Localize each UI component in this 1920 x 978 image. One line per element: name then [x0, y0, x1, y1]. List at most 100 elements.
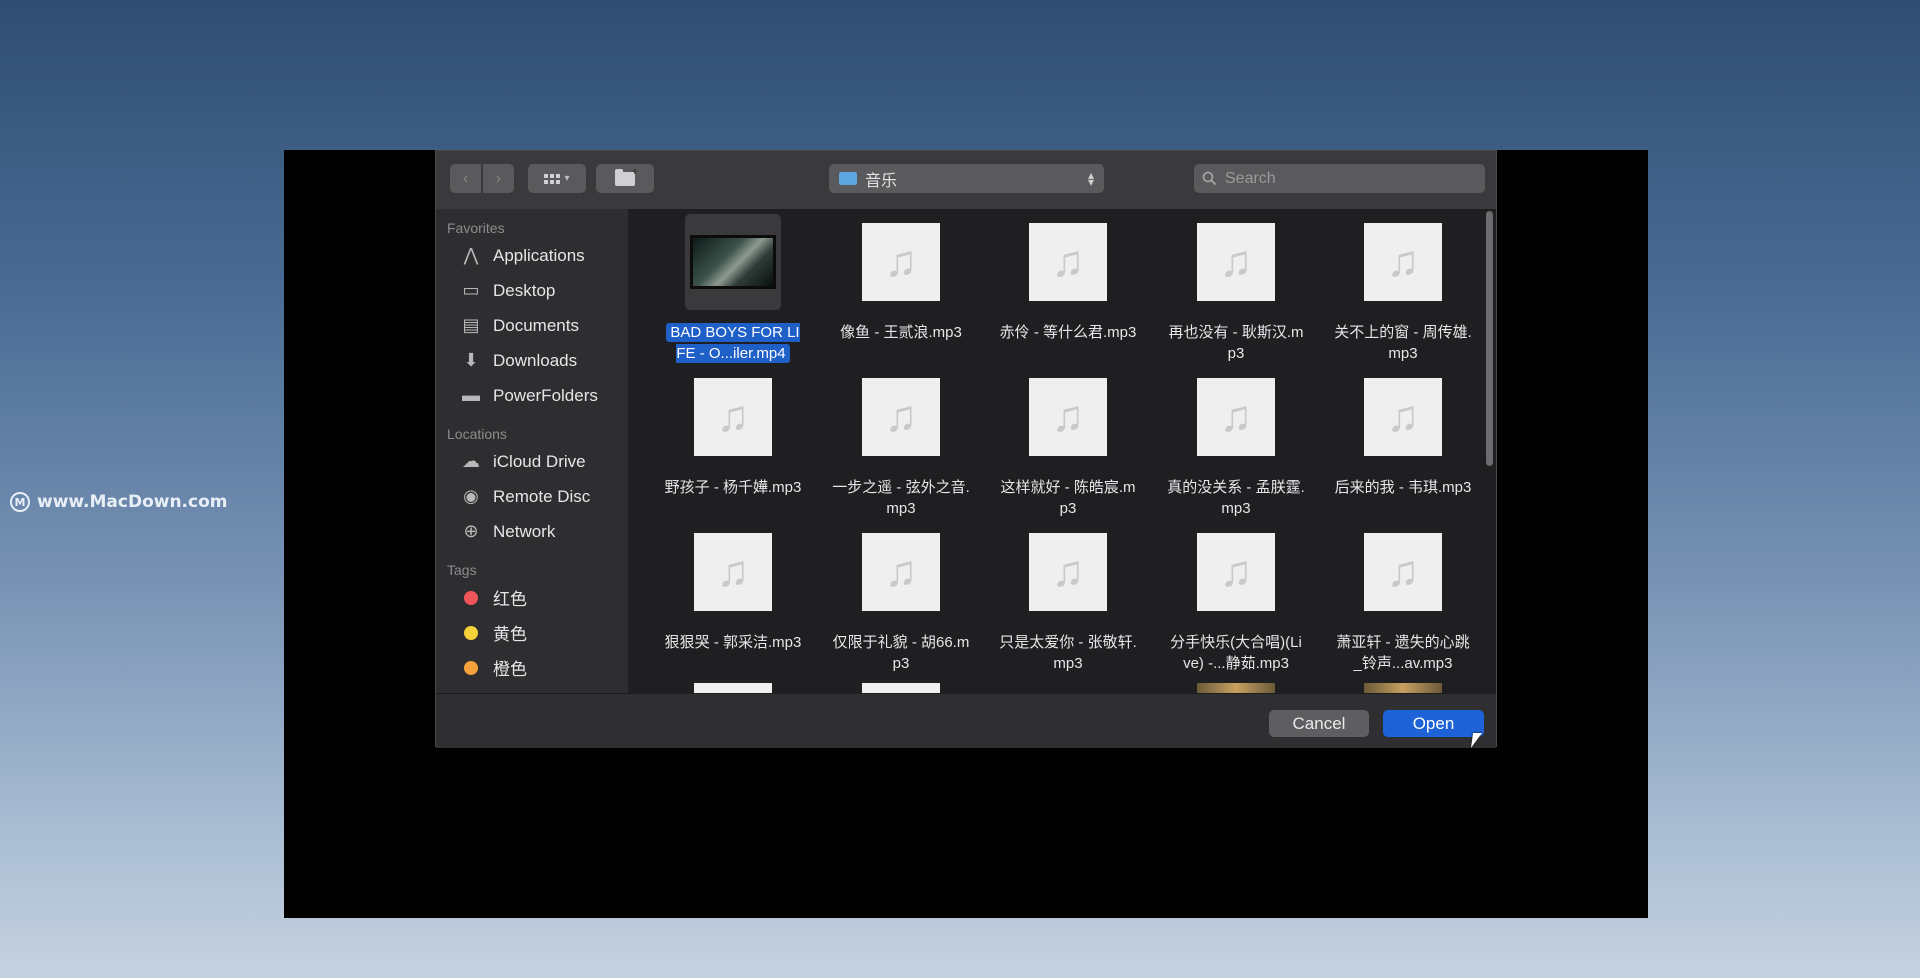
documents-icon: ▤ — [462, 315, 480, 335]
sidebar-item-label: Downloads — [493, 350, 578, 370]
applications-icon: ⋀ — [463, 245, 479, 265]
file-item[interactable]: ♫ 一步之遥 - 弦外之音.mp3 — [832, 369, 970, 519]
location-label: 音乐 — [865, 172, 898, 190]
file-item[interactable]: ♫ 野孩子 - 杨千嬅.mp3 — [664, 369, 802, 498]
icon-view-icon — [544, 173, 561, 184]
file-item[interactable]: ♫ 关不上的窗 - 周传雄.mp3 — [1334, 214, 1472, 364]
desktop-icon: ▭ — [462, 280, 480, 300]
sidebar-item-label: 红色 — [493, 590, 527, 609]
sidebar-item-label: Documents — [493, 315, 579, 335]
tag-yellow-icon — [464, 625, 478, 640]
sidebar-item-desktop[interactable]: ▭ Desktop — [436, 273, 628, 308]
music-note-icon: ♫ — [1197, 223, 1275, 301]
disc-icon: ◉ — [463, 486, 479, 506]
dialog-footer: Cancel Open — [436, 693, 1496, 748]
sidebar-item-powerfolders[interactable]: ▬ PowerFolders — [436, 378, 628, 413]
file-name: 只是太爱你 - 张敬轩.mp3 — [999, 634, 1137, 672]
favorites-header: Favorites — [447, 220, 505, 236]
watermark: M www.MacDown.com — [10, 492, 227, 512]
sidebar-item-tag-red[interactable]: 红色 — [436, 580, 628, 615]
sidebar: Favorites ⋀ Applications ▭ Desktop ▤ Doc… — [436, 209, 629, 693]
sidebar-item-applications[interactable]: ⋀ Applications — [436, 238, 628, 273]
sidebar-item-label: 黄色 — [493, 625, 527, 644]
partial-file-thumbnail — [862, 683, 940, 693]
file-item[interactable]: ♫ 后来的我 - 韦琪.mp3 — [1334, 369, 1472, 498]
sidebar-item-tag-yellow[interactable]: 黄色 — [436, 615, 628, 650]
file-name: 野孩子 - 杨千嬅.mp3 — [664, 479, 802, 496]
file-name: 真的没关系 - 孟朕霆.mp3 — [1167, 479, 1305, 517]
file-name: 仅限于礼貌 - 胡66.mp3 — [832, 634, 970, 672]
file-item[interactable]: ♫ 像鱼 - 王贰浪.mp3 — [832, 214, 970, 343]
macdown-logo-icon: M — [10, 492, 30, 512]
music-note-icon: ♫ — [1364, 378, 1442, 456]
file-name: 这样就好 - 陈皓宸.mp3 — [1000, 479, 1136, 517]
sidebar-item-downloads[interactable]: ⬇ Downloads — [436, 343, 628, 378]
sidebar-item-remote-disc[interactable]: ◉ Remote Disc — [436, 479, 628, 514]
file-name: 再也没有 - 耿斯汉.mp3 — [1168, 324, 1304, 362]
back-button[interactable]: ‹ — [450, 164, 481, 193]
watermark-text: www.MacDown.com — [37, 492, 228, 512]
partial-album-art — [1364, 683, 1442, 693]
partial-file-thumbnail — [694, 683, 772, 693]
music-note-icon: ♫ — [1364, 223, 1442, 301]
tags-header: Tags — [447, 562, 477, 578]
partial-album-art — [1197, 683, 1275, 693]
file-name: 一步之遥 - 弦外之音.mp3 — [832, 479, 970, 517]
file-item[interactable]: ♫ 赤伶 - 等什么君.mp3 — [999, 214, 1137, 343]
sidebar-item-documents[interactable]: ▤ Documents — [436, 308, 628, 343]
sidebar-item-label: Remote Disc — [493, 486, 591, 506]
search-field[interactable] — [1194, 164, 1485, 193]
sidebar-item-tag-orange[interactable]: 橙色 — [436, 650, 628, 685]
music-note-icon: ♫ — [862, 223, 940, 301]
chevron-down-icon: ▾ — [564, 173, 570, 184]
sidebar-item-label: PowerFolders — [493, 385, 598, 405]
location-popup[interactable]: 音乐 ▴ ▾ — [829, 164, 1104, 193]
network-icon: ⊕ — [463, 521, 479, 541]
music-note-icon: ♫ — [1197, 533, 1275, 611]
file-item[interactable]: ♫ 只是太爱你 - 张敬轩.mp3 — [999, 524, 1137, 674]
file-name: BAD BOYS FOR LIFE - O...iler.mp4 — [666, 323, 800, 363]
music-note-icon: ♫ — [1364, 533, 1442, 611]
file-item[interactable]: ♫ 真的没关系 - 孟朕霆.mp3 — [1167, 369, 1305, 519]
file-name: 狠狠哭 - 郭采洁.mp3 — [664, 634, 802, 651]
music-note-icon: ♫ — [694, 533, 772, 611]
sidebar-item-icloud-drive[interactable]: ☁ iCloud Drive — [436, 444, 628, 479]
downloads-icon: ⬇ — [463, 350, 479, 370]
file-item[interactable]: ♫ 分手快乐(大合唱)(Live) -...静茹.mp3 — [1167, 524, 1305, 674]
file-name: 分手快乐(大合唱)(Live) -...静茹.mp3 — [1170, 634, 1302, 672]
file-item[interactable]: ♫ 再也没有 - 耿斯汉.mp3 — [1167, 214, 1305, 364]
sidebar-item-label: 橙色 — [493, 660, 527, 679]
file-item[interactable]: ♫ 这样就好 - 陈皓宸.mp3 — [999, 369, 1137, 519]
cloud-icon: ☁ — [462, 451, 480, 471]
view-mode-button[interactable]: ▾ — [528, 164, 586, 193]
file-name: 像鱼 - 王贰浪.mp3 — [840, 324, 962, 341]
search-input[interactable] — [1223, 168, 1467, 189]
file-item[interactable]: BAD BOYS FOR LIFE - O...iler.mp4 — [664, 214, 802, 364]
video-thumbnail — [690, 235, 776, 289]
locations-header: Locations — [447, 426, 507, 442]
open-file-dialog: ‹ › ▾ 音乐 ▴▾ Favorites ⋀ Applications ▭ D… — [435, 150, 1497, 748]
file-item[interactable]: ♫ 萧亚轩 - 遗失的心跳_铃声...av.mp3 — [1334, 524, 1472, 674]
new-folder-button[interactable] — [596, 164, 654, 193]
chevron-left-icon: ‹ — [463, 170, 468, 187]
open-button[interactable]: Open — [1383, 710, 1484, 737]
music-note-icon: ♫ — [862, 378, 940, 456]
updown-arrows-icon: ▴ ▾ — [1087, 167, 1094, 189]
file-name: 后来的我 - 韦琪.mp3 — [1334, 479, 1472, 496]
vertical-scrollbar[interactable] — [1486, 211, 1493, 466]
file-item[interactable]: ♫ 仅限于礼貌 - 胡66.mp3 — [832, 524, 970, 674]
sidebar-item-label: Desktop — [493, 280, 556, 300]
sidebar-item-network[interactable]: ⊕ Network — [436, 514, 628, 549]
file-item[interactable]: ♫ 狠狠哭 - 郭采洁.mp3 — [664, 524, 802, 653]
cancel-button[interactable]: Cancel — [1269, 710, 1369, 737]
forward-button[interactable]: › — [483, 164, 514, 193]
new-folder-icon — [615, 166, 638, 186]
sidebar-item-label: iCloud Drive — [493, 451, 586, 471]
file-name: 赤伶 - 等什么君.mp3 — [999, 324, 1137, 341]
chevron-right-icon: › — [496, 170, 501, 187]
music-note-icon: ♫ — [1029, 533, 1107, 611]
music-note-icon: ♫ — [862, 533, 940, 611]
tag-red-icon — [464, 590, 478, 605]
sidebar-item-label: Network — [493, 521, 556, 541]
search-icon — [1202, 171, 1217, 186]
